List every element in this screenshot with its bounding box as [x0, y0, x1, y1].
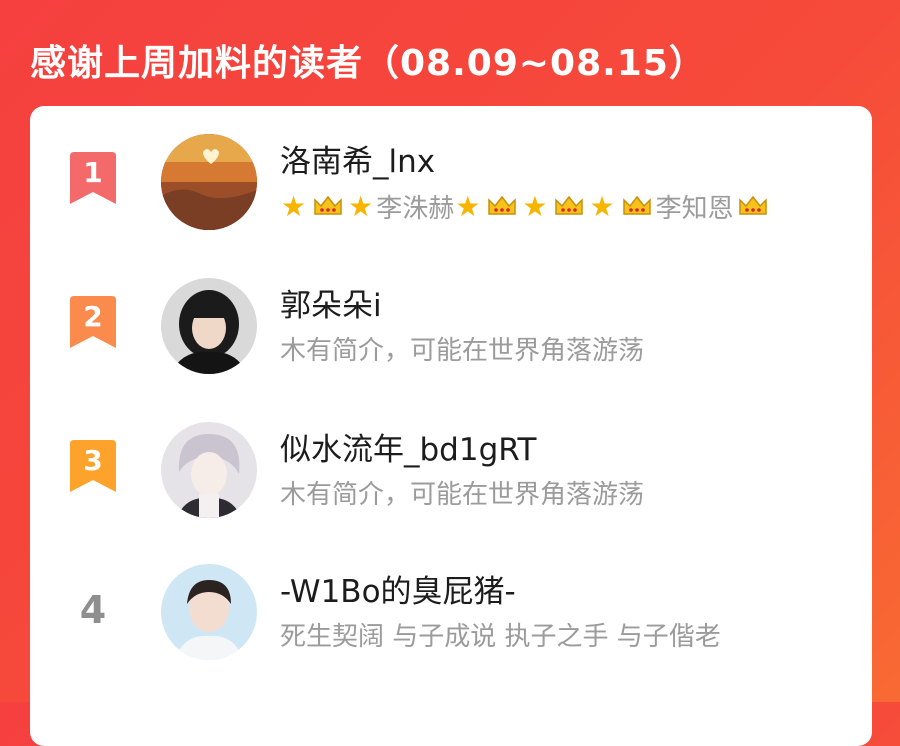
star-icon: ★: [522, 189, 548, 223]
crown-icon: [487, 194, 517, 216]
star-icon: ★: [589, 189, 615, 223]
crown-icon: [738, 194, 768, 216]
star-icon: ★: [281, 189, 307, 223]
avatar[interactable]: [161, 278, 257, 374]
reader-name: 洛南希_lnx: [280, 144, 436, 180]
avatar[interactable]: [161, 134, 257, 230]
crown-icon: [554, 194, 584, 216]
reader-name: 似水流年_bd1gRT: [280, 432, 537, 468]
reader-row-2[interactable]: 2 郭朵朵i 木有简介，可能在世界角落游荡: [30, 276, 872, 386]
reader-row-4[interactable]: 4 -W1Bo的臭屁猪- 死生契阔 与子成说 执子之手 与子偕老: [30, 562, 872, 672]
star-icon: ★: [348, 189, 374, 223]
crown-icon: [622, 194, 652, 216]
rank-number: 1: [83, 156, 103, 189]
rank-number: 2: [83, 300, 103, 333]
avatar[interactable]: [161, 422, 257, 518]
rank-badge-2: 2: [68, 296, 118, 352]
reader-name: 郭朵朵i: [280, 288, 382, 324]
rank-number: 4: [79, 588, 107, 632]
reader-row-1[interactable]: 1 洛南希_lnx ★ ★ 李洙赫★ ★ ★ 李知恩: [30, 132, 872, 242]
reader-name: -W1Bo的臭屁猪-: [280, 574, 516, 610]
crown-icon: [313, 194, 343, 216]
reader-bio: 木有简介，可能在世界角落游荡: [280, 336, 645, 366]
star-icon: ★: [455, 189, 481, 223]
reader-list-card: 1 洛南希_lnx ★ ★ 李洙赫★ ★ ★ 李知恩 2 郭朵朵i 木有简介，可…: [30, 106, 872, 746]
rank-badge-1: 1: [68, 152, 118, 208]
avatar[interactable]: [161, 564, 257, 660]
page-title: 感谢上周加料的读者（08.09~08.15）: [30, 43, 706, 84]
reader-row-3[interactable]: 3 似水流年_bd1gRT 木有简介，可能在世界角落游荡: [30, 420, 872, 530]
rank-badge-3: 3: [68, 440, 118, 496]
bio-text: 李洙赫: [376, 194, 455, 224]
reader-bio: 木有简介，可能在世界角落游荡: [280, 480, 645, 510]
reader-bio: ★ ★ 李洙赫★ ★ ★ 李知恩: [280, 188, 833, 224]
bio-text: 李知恩: [655, 194, 734, 224]
reader-bio: 死生契阔 与子成说 执子之手 与子偕老: [280, 622, 721, 652]
rank-number: 3: [83, 444, 103, 477]
